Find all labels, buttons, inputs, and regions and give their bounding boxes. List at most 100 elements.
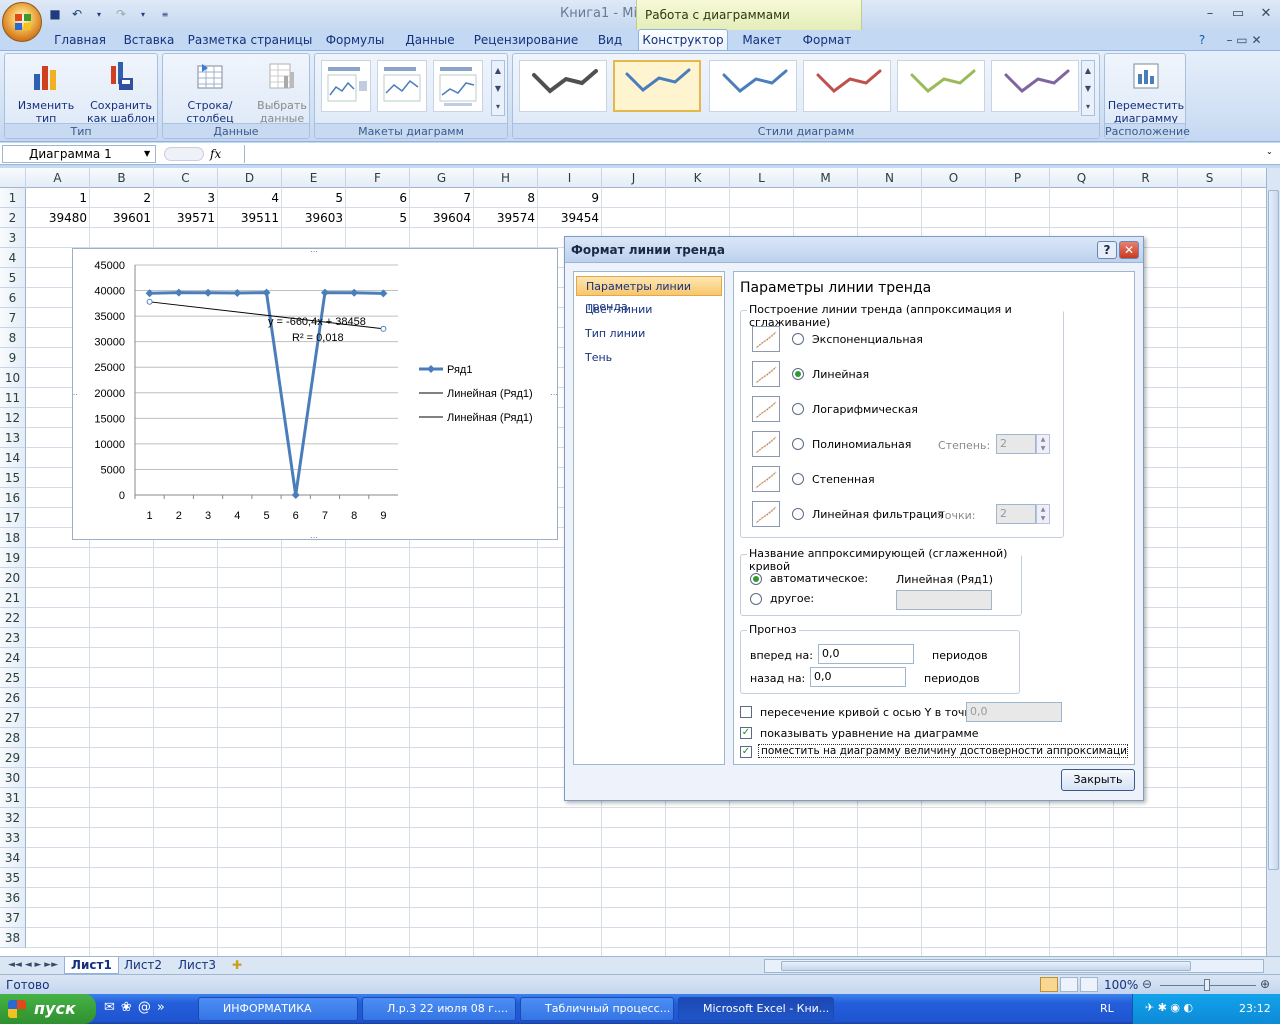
column-header[interactable]: D — [218, 168, 282, 188]
row-header[interactable]: 15 — [0, 468, 26, 488]
nav-trendline-options[interactable]: Параметры линии тренда — [576, 276, 722, 313]
name-box-dropdown-icon[interactable]: ▼ — [144, 149, 150, 158]
points-spinner[interactable]: ▲ ▼ — [1036, 504, 1050, 524]
row-header[interactable]: 30 — [0, 768, 26, 788]
tab-layout[interactable]: Макет — [734, 30, 790, 50]
cell[interactable]: 6 — [346, 188, 410, 208]
row-header[interactable]: 7 — [0, 308, 26, 328]
cell[interactable]: 39603 — [282, 208, 346, 228]
row-header[interactable]: 27 — [0, 708, 26, 728]
chart-style-2[interactable] — [613, 60, 701, 112]
exponential-radio[interactable] — [792, 333, 804, 345]
tab-insert[interactable]: Вставка — [118, 30, 180, 50]
row-header[interactable]: 2 — [0, 208, 26, 228]
row-header[interactable]: 6 — [0, 288, 26, 308]
row-header[interactable]: 29 — [0, 748, 26, 768]
help-icon[interactable]: ? — [1192, 30, 1212, 50]
normal-view-icon[interactable] — [1040, 977, 1058, 992]
page-layout-view-icon[interactable] — [1060, 977, 1078, 992]
row-header[interactable]: 22 — [0, 608, 26, 628]
language-indicator[interactable]: RL — [1100, 1002, 1114, 1015]
column-header[interactable]: J — [602, 168, 666, 188]
sheet-tab-3[interactable]: Лист3 — [172, 957, 222, 974]
layouts-gallery-scroll[interactable]: ▲ ▼ ▾ — [491, 60, 505, 116]
save-icon[interactable]: ■ — [46, 5, 64, 23]
redo-icon[interactable]: ↷ — [112, 5, 130, 23]
row-header[interactable]: 36 — [0, 888, 26, 908]
column-header[interactable]: N — [858, 168, 922, 188]
tab-review[interactable]: Рецензирование — [468, 30, 584, 50]
chart-layout-2[interactable] — [377, 60, 427, 112]
cell[interactable]: 5 — [346, 208, 410, 228]
sheet-tab-2[interactable]: Лист2 — [118, 957, 168, 974]
row-header[interactable]: 26 — [0, 688, 26, 708]
quick-launch-icon[interactable]: ❀ — [121, 1000, 132, 1015]
chart-style-1[interactable] — [519, 60, 607, 112]
close-button[interactable]: Закрыть — [1061, 769, 1135, 791]
cell[interactable]: 2 — [90, 188, 154, 208]
cell[interactable]: 39604 — [410, 208, 474, 228]
close-icon[interactable]: ✕ — [1252, 2, 1280, 24]
row-header[interactable]: 12 — [0, 408, 26, 428]
row-header[interactable]: 21 — [0, 588, 26, 608]
chart-style-3[interactable] — [709, 60, 797, 112]
tab-data[interactable]: Данные — [398, 30, 462, 50]
sheet-nav-icon[interactable]: ◄◄ ◄ ► ►► — [2, 957, 64, 974]
zoom-slider[interactable]: ⊖ ⊕ — [1142, 977, 1274, 993]
tab-format[interactable]: Формат — [796, 30, 858, 50]
show-r2-checkbox[interactable]: ✓ — [740, 746, 752, 758]
help-button[interactable]: ? — [1097, 241, 1117, 259]
degree-input[interactable]: 2 — [996, 434, 1036, 454]
column-header[interactable]: F — [346, 168, 410, 188]
nav-line-color[interactable]: Цвет линии — [576, 300, 722, 320]
cell[interactable]: 39574 — [474, 208, 538, 228]
name-other-input[interactable] — [896, 590, 992, 610]
points-input[interactable]: 2 — [996, 504, 1036, 524]
row-header[interactable]: 10 — [0, 368, 26, 388]
task-lr3[interactable]: Л.р.3 22 июля 08 г.... — [362, 997, 516, 1021]
scrollbar-thumb[interactable] — [1268, 190, 1279, 870]
row-header[interactable]: 16 — [0, 488, 26, 508]
dropdown-icon[interactable]: ▾ — [134, 5, 152, 23]
column-header[interactable]: Q — [1050, 168, 1114, 188]
show-equation-checkbox[interactable]: ✓ — [740, 727, 752, 739]
expand-formula-bar-icon[interactable]: ⌄ — [1266, 147, 1273, 156]
task-excel[interactable]: Microsoft Excel - Кни... — [678, 997, 834, 1021]
dialog-close-icon[interactable]: ✕ — [1119, 241, 1139, 259]
row-header[interactable]: 35 — [0, 868, 26, 888]
row-header[interactable]: 5 — [0, 268, 26, 288]
column-header[interactable]: B — [90, 168, 154, 188]
cell[interactable]: 4 — [218, 188, 282, 208]
row-header[interactable]: 25 — [0, 668, 26, 688]
column-header[interactable]: R — [1114, 168, 1178, 188]
moving-average-radio[interactable] — [792, 508, 804, 520]
select-all-corner[interactable] — [0, 168, 26, 188]
quick-launch-icon[interactable]: ✉ — [104, 1000, 115, 1015]
row-header[interactable]: 19 — [0, 548, 26, 568]
save-as-template-button[interactable]: Сохранить как шаблон — [85, 60, 157, 125]
row-header[interactable]: 34 — [0, 848, 26, 868]
switch-row-column-button[interactable]: Строка/столбец — [165, 60, 255, 125]
row-header[interactable]: 3 — [0, 228, 26, 248]
row-header[interactable]: 17 — [0, 508, 26, 528]
row-header[interactable]: 18 — [0, 528, 26, 548]
cell[interactable]: 39454 — [538, 208, 602, 228]
row-header[interactable]: 20 — [0, 568, 26, 588]
column-header[interactable]: G — [410, 168, 474, 188]
row-header[interactable]: 23 — [0, 628, 26, 648]
row-header[interactable]: 14 — [0, 448, 26, 468]
restore-icon[interactable]: ▭ — [1224, 2, 1252, 24]
zoom-thumb[interactable] — [1204, 979, 1210, 991]
nav-line-style[interactable]: Тип линии — [576, 324, 722, 344]
column-header[interactable]: K — [666, 168, 730, 188]
column-header[interactable]: O — [922, 168, 986, 188]
row-header[interactable]: 24 — [0, 648, 26, 668]
chart-layout-1[interactable] — [321, 60, 371, 112]
tab-view[interactable]: Вид — [590, 30, 630, 50]
tab-design[interactable]: Конструктор — [638, 29, 728, 51]
linear-radio[interactable] — [792, 368, 804, 380]
cell[interactable]: 39511 — [218, 208, 282, 228]
move-chart-button[interactable]: Переместить диаграмму — [1107, 60, 1185, 125]
zoom-in-icon[interactable]: ⊕ — [1260, 977, 1270, 991]
column-header[interactable]: L — [730, 168, 794, 188]
